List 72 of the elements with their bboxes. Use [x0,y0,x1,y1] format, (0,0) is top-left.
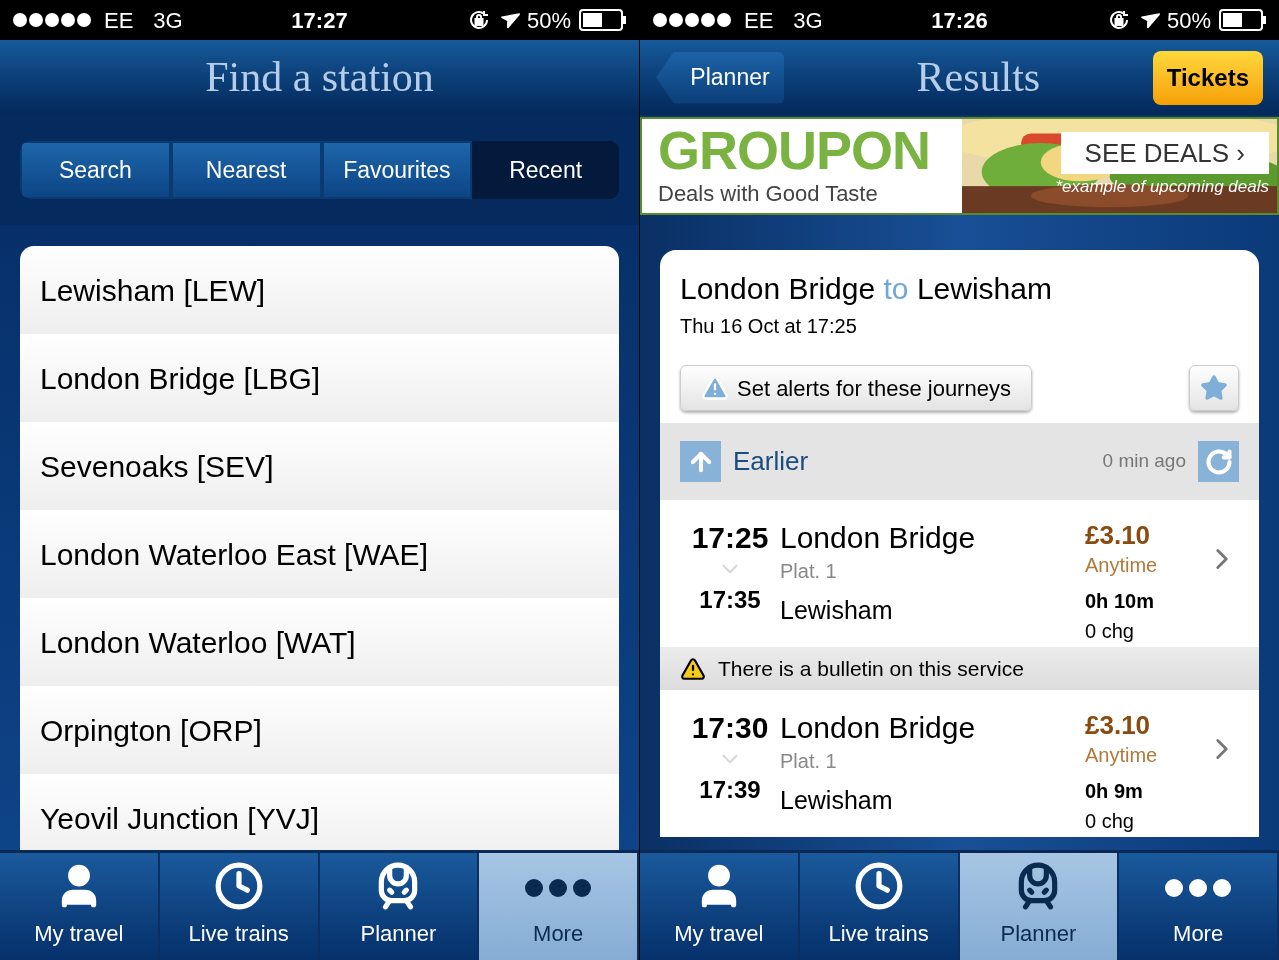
refresh-button[interactable] [1198,441,1239,482]
warning-icon [680,655,706,682]
clock-time: 17:27 [291,6,348,35]
segment-tab[interactable]: Search [20,141,171,199]
journey-date: Thu 16 Oct at 17:25 [680,314,858,339]
fare-type: Anytime [1085,743,1159,768]
clock-time: 17:26 [931,6,988,35]
segment-tab[interactable]: Nearest [170,141,322,199]
tab-bar-item[interactable]: Live trains [159,853,320,960]
more-icon [525,879,592,897]
station-row[interactable]: London Bridge [LBG] [20,334,619,422]
station-row[interactable]: London Waterloo [WAT] [20,598,619,686]
warning-icon [701,374,729,402]
tab-bar-item[interactable]: More [1119,853,1279,960]
carrier-name: EE [744,6,774,35]
route-title: London Bridge to Lewisham [680,271,1053,307]
advert-logo: GROUPON [658,122,932,177]
battery-icon [579,9,627,31]
fare-type: Anytime [1085,553,1159,578]
window-title: Results [916,53,1041,102]
destination-station: Lewisham [780,785,894,816]
battery-icon [1219,9,1267,31]
journey-duration: 0h 10m [1085,589,1155,614]
updated-time: 0 min ago [1102,449,1186,474]
tickets-button[interactable]: Tickets [1152,50,1263,105]
platform-label: Plat. 1 [780,559,838,584]
ticket-price: £3.10 [1085,520,1152,550]
station-row[interactable]: Sevenoaks [SEV] [20,422,619,510]
origin-station: London Bridge [780,520,977,556]
ticket-price: £3.10 [1085,710,1152,740]
departure-time: 17:30 [691,710,769,746]
station-row[interactable]: Lewisham [LEW] [20,246,619,334]
platform-label: Plat. 1 [780,749,838,774]
arrival-time: 17:39 [699,775,761,805]
network-type: 3G [793,6,823,35]
earlier-link[interactable]: Earlier [733,442,1091,481]
arrival-time: 17:35 [699,585,761,615]
advert-tagline: Deals with Good Taste [658,179,879,208]
earlier-up-button[interactable] [680,441,721,482]
departure-time: 17:25 [691,520,769,556]
destination-station: Lewisham [780,595,894,626]
battery-percent: 50% [1166,6,1211,35]
changes-count: 0 chg [1085,619,1135,644]
segment-tab[interactable]: Favourites [321,141,473,199]
station-row[interactable]: Yeovil Junction [YVJ] [20,774,619,850]
station-row[interactable]: Orpington [ORP] [20,686,619,774]
see-deals-button[interactable]: SEE DEALS › [1060,132,1269,175]
bulletin-text: There is a bulletin on this service [718,655,1024,682]
network-type: 3G [153,6,183,35]
more-icon [1165,879,1232,897]
advert-note: *example of upcoming deals [1055,176,1269,199]
set-alerts-button[interactable]: Set alerts for these journeys [680,365,1032,411]
tab-bar-item[interactable]: Planner [959,853,1120,960]
changes-count: 0 chg [1085,809,1135,834]
tab-bar-item[interactable]: More [479,853,639,960]
window-title: Find a station [205,53,434,102]
clock-icon [853,861,904,911]
station-row[interactable]: London Waterloo East [WAE] [20,510,619,598]
tab-bar-item[interactable]: Live trains [799,853,960,960]
carrier-name: EE [104,6,134,35]
bulletin-bar[interactable]: There is a bulletin on this service [660,647,1259,690]
tab-bar-item[interactable]: My travel [640,853,800,960]
advert-banner[interactable]: GROUPON Deals with Good Taste SEE DEALS › *example of upcoming deals [640,117,1279,215]
tab-bar-item[interactable]: My travel [0,853,160,960]
clock-icon [213,861,264,911]
star-icon [1200,374,1228,402]
origin-station: London Bridge [780,710,977,746]
journey-duration: 0h 9m [1085,779,1144,804]
refresh-icon [1204,447,1233,476]
battery-percent: 50% [526,6,571,35]
favourite-button[interactable] [1189,365,1239,411]
back-button[interactable]: Planner [656,51,784,104]
